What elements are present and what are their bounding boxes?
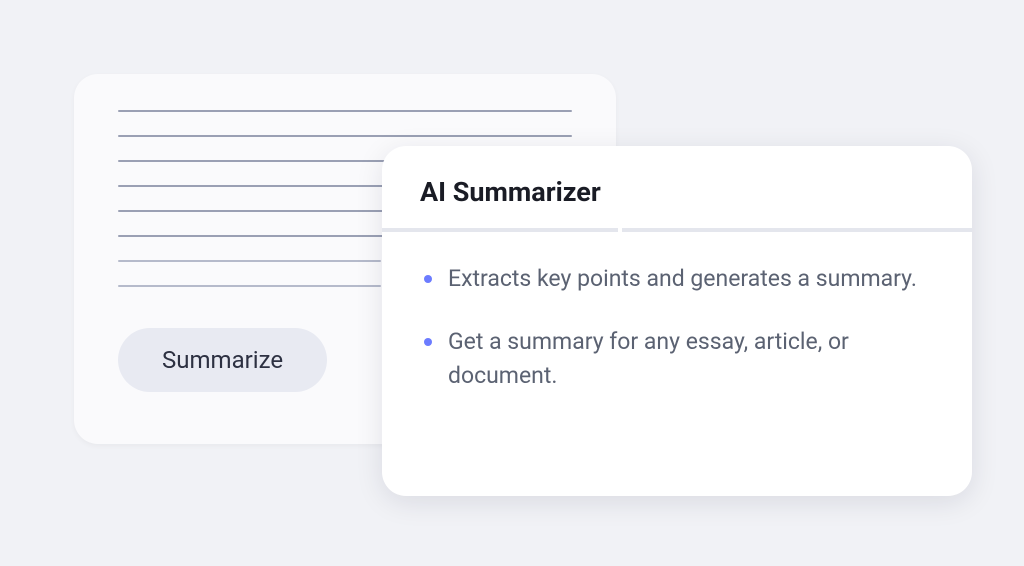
feature-list: Extracts key points and generates a summ… xyxy=(420,262,934,394)
summarize-button[interactable]: Summarize xyxy=(118,328,327,392)
info-card-title: AI Summarizer xyxy=(420,176,934,208)
placeholder-line xyxy=(118,135,572,137)
ai-summarizer-info-card: AI Summarizer Extracts key points and ge… xyxy=(382,146,972,496)
placeholder-line xyxy=(118,260,381,262)
placeholder-line xyxy=(118,110,572,112)
feature-item: Get a summary for any essay, article, or… xyxy=(420,325,934,394)
info-card-header: AI Summarizer xyxy=(382,146,972,232)
placeholder-line xyxy=(118,285,381,287)
feature-item: Extracts key points and generates a summ… xyxy=(420,262,934,297)
info-card-body: Extracts key points and generates a summ… xyxy=(382,232,972,452)
